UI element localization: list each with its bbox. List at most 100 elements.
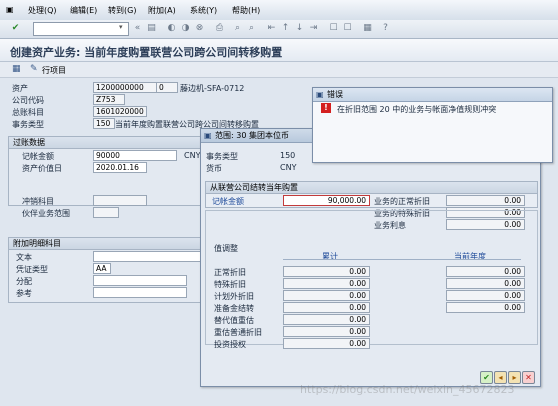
watermark: https://blog.csdn.net/weixin_45672823 (300, 383, 515, 396)
title-bar: 创建资产业务: 当前年度购置联营公司跨公司间转移购置 (0, 39, 558, 62)
adjust-cumulative-field[interactable]: 0.00 (283, 314, 370, 325)
adjust-current-year-field[interactable]: 0.00 (446, 278, 525, 289)
gl-account-label: 总账科目 (12, 108, 44, 117)
command-dropdown-icon[interactable]: ▾ (119, 23, 123, 31)
transaction-type-label: 事务类型 (12, 120, 44, 129)
menu-help[interactable]: 帮助(H) (232, 5, 260, 16)
enter-icon[interactable]: ✔ (10, 23, 21, 34)
menu-extras[interactable]: 附加(A) (148, 5, 176, 16)
trading-partner-field[interactable] (93, 207, 119, 218)
new-session-icon[interactable]: ☐ (328, 23, 339, 34)
exit-icon[interactable]: ◑ (180, 23, 191, 34)
company-code-label: 公司代码 (12, 96, 44, 105)
text-field[interactable] (93, 251, 201, 262)
grid-icon[interactable]: ▦ (12, 64, 21, 74)
adjust-current-year-field[interactable]: 0.00 (446, 266, 525, 277)
adjust-current-year-field[interactable]: 0.00 (446, 302, 525, 313)
offset-account-label: 冲销科目 (22, 197, 54, 206)
column-divider (283, 259, 521, 260)
document-type-label: 凭证类型 (16, 265, 48, 274)
popup-transaction-type-value: 150 (280, 151, 296, 160)
posting-amount-field[interactable]: 90000 (93, 150, 177, 161)
error-popup-titlebar: ▣ 错误 (313, 88, 552, 102)
additional-details-header: 附加明细科目 (9, 238, 204, 250)
text-label: 文本 (16, 253, 32, 262)
assignment-field[interactable] (93, 275, 187, 286)
adjust-row-label: 特殊折旧 (214, 280, 246, 289)
asset-label: 资产 (12, 84, 28, 93)
popup-amount-field[interactable]: 90,000.00 (283, 195, 370, 206)
assignment-label: 分配 (16, 277, 32, 286)
print-icon[interactable]: ⎙ (214, 23, 225, 34)
menu-process[interactable]: 处理(Q) (28, 5, 57, 16)
adjust-current-year-field[interactable]: 0.00 (446, 290, 525, 301)
menu-system[interactable]: 系统(Y) (190, 5, 217, 16)
menu-bar: ▣ 处理(Q) 编辑(E) 转到(G) 附加(A) 系统(Y) 帮助(H) (0, 0, 558, 21)
posting-amount-label: 记帐金额 (22, 152, 54, 161)
offset-account-field[interactable] (93, 195, 147, 206)
find-next-icon[interactable]: ⌕ (246, 23, 257, 34)
pencil-icon[interactable]: ✎ (30, 64, 38, 74)
cancel-button[interactable]: ✕ (522, 371, 535, 384)
back-arrow-icon[interactable]: « (132, 23, 143, 34)
normal-dep-field[interactable]: 0.00 (446, 195, 525, 206)
value-adjustments-title: 值调整 (214, 244, 238, 253)
posting-currency: CNY (184, 151, 201, 160)
error-icon: ! (321, 103, 331, 113)
value-date-label: 资产价值日 (22, 164, 62, 173)
adjust-row-label: 准备金结转 (214, 304, 254, 313)
sap-logo-icon[interactable]: ▣ (6, 5, 14, 14)
error-message: 在折旧范围 20 中的业务与帐面净值规则冲突 (337, 105, 497, 114)
document-type-field[interactable]: AA (93, 263, 111, 274)
help-icon[interactable]: ? (380, 23, 391, 34)
menu-edit[interactable]: 编辑(E) (70, 5, 97, 16)
popup-transaction-type-label: 事务类型 (206, 152, 238, 161)
menu-goto[interactable]: 转到(G) (108, 5, 136, 16)
normal-dep-label: 业务的正常折旧 (374, 197, 430, 206)
app-toolbar: ▦ ✎ 行项目 (0, 62, 558, 78)
adjust-cumulative-field[interactable]: 0.00 (283, 326, 370, 337)
line-items-button[interactable]: 行项目 (42, 65, 66, 76)
adjust-row-label: 重估普通折旧 (214, 328, 262, 337)
find-icon[interactable]: ⌕ (232, 23, 243, 34)
error-popup-title: 错误 (327, 90, 343, 99)
adjust-cumulative-field[interactable]: 0.00 (283, 338, 370, 349)
asset-description: 藤边机-SFA-0712 (180, 84, 245, 93)
page-title: 创建资产业务: 当前年度购置联营公司跨公司间转移购置 (10, 46, 283, 59)
popup-amount-label: 记帐金额 (212, 197, 244, 206)
adjust-row-label: 替代值重估 (214, 316, 254, 325)
window-icon: ▣ (316, 90, 324, 99)
adjust-cumulative-field[interactable]: 0.00 (283, 266, 370, 277)
layout-icon[interactable]: ▦ (362, 23, 373, 34)
window-icon: ▣ (204, 131, 212, 140)
transaction-type-field[interactable]: 150 (93, 118, 115, 129)
adjust-cumulative-field[interactable]: 0.00 (283, 290, 370, 301)
popup-currency-label: 货币 (206, 164, 222, 173)
popup-currency-value: CNY (280, 163, 297, 172)
prev-page-icon[interactable]: ↑ (280, 23, 291, 34)
gl-account-field[interactable]: 1601020000 (93, 106, 147, 117)
transfer-section-header: 从联营公司结转当年购置 (206, 182, 537, 194)
posting-data-header: 过账数据 (9, 137, 204, 149)
reference-field[interactable] (93, 287, 187, 298)
adjust-row-label: 计划外折旧 (214, 292, 254, 301)
reference-label: 参考 (16, 289, 32, 298)
company-code-field[interactable]: Z753 (93, 94, 125, 105)
adjust-cumulative-field[interactable]: 0.00 (283, 302, 370, 313)
adjust-cumulative-field[interactable]: 0.00 (283, 278, 370, 289)
asset-subnumber-field[interactable]: 0 (156, 82, 178, 93)
error-popup: ▣ 错误 (312, 87, 553, 163)
last-page-icon[interactable]: ⇥ (308, 23, 319, 34)
col-current-year-header: 当前年度 (454, 252, 486, 261)
adjust-row-label: 正常折旧 (214, 268, 246, 277)
asset-field[interactable]: 1200000000 (93, 82, 157, 93)
command-field[interactable] (33, 22, 129, 36)
col-cumulative-header: 累计 (322, 252, 338, 261)
value-date-field[interactable]: 2020.01.16 (93, 162, 147, 173)
shortcut-icon[interactable]: ☐ (342, 23, 353, 34)
back-icon[interactable]: ◐ (166, 23, 177, 34)
next-page-icon[interactable]: ↓ (294, 23, 305, 34)
cancel-icon[interactable]: ⊗ (194, 23, 205, 34)
save-icon[interactable]: ▤ (146, 23, 157, 34)
first-page-icon[interactable]: ⇤ (266, 23, 277, 34)
